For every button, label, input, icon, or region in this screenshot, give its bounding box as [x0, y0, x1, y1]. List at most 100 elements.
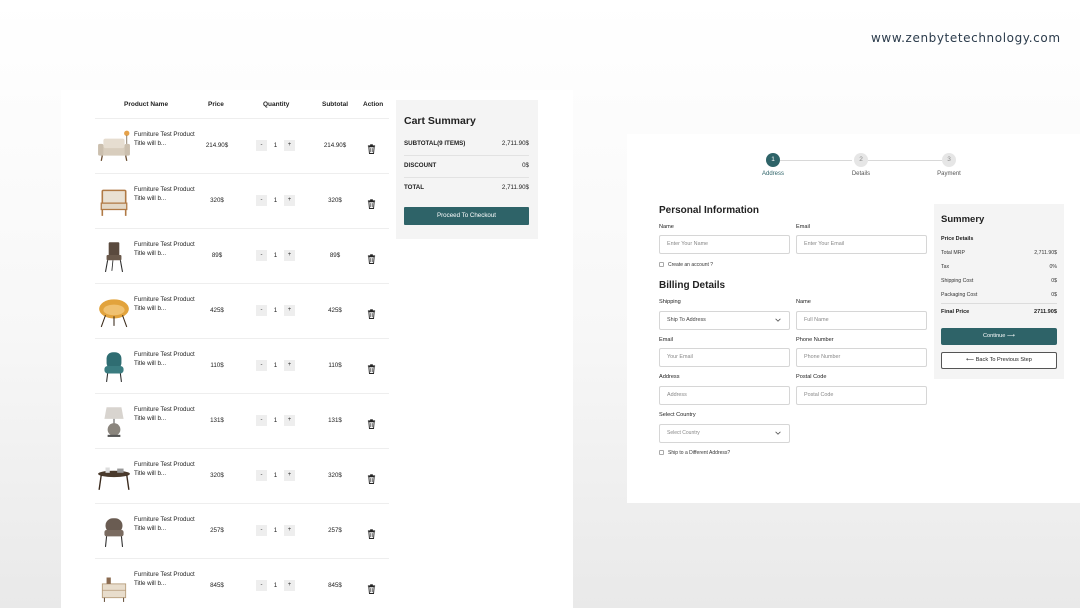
name-label: Name [659, 224, 674, 230]
product-name[interactable]: Furniture Test Product Title will b... [134, 240, 200, 258]
product-subtotal: 89$ [329, 252, 341, 259]
trash-icon[interactable] [367, 416, 376, 429]
trash-icon[interactable] [367, 306, 376, 319]
country-label: Select Country [659, 412, 696, 418]
cart-summary: Cart Summary SUBTOTAL(9 ITEMS) 2,711.90$… [396, 100, 538, 239]
product-subtotal: 131$ [328, 417, 342, 424]
price-details-heading: Price Details [941, 236, 974, 242]
quantity-increase-button[interactable]: + [284, 415, 295, 426]
papasan-chair-icon[interactable] [97, 294, 131, 328]
phone-input[interactable]: Phone Number [796, 348, 927, 367]
header-price: Price [208, 101, 224, 108]
back-to-previous-step-button[interactable]: ⟵ Back To Previous Step [941, 352, 1057, 369]
name-input[interactable]: Enter Your Name [659, 235, 790, 254]
product-name[interactable]: Furniture Test Product Title will b... [134, 460, 200, 478]
country-select[interactable]: Select Country [659, 424, 790, 443]
trash-icon[interactable] [367, 196, 376, 209]
proceed-to-checkout-button[interactable]: Proceed To Checkout [404, 207, 529, 225]
postal-code-input[interactable]: Postal Code [796, 386, 927, 405]
table-lamp-icon[interactable] [97, 404, 131, 438]
nightstand-icon[interactable] [97, 569, 131, 603]
quantity-decrease-button[interactable]: - [256, 360, 267, 371]
step-3-circle[interactable]: 3 [942, 153, 956, 167]
divider [404, 177, 529, 178]
product-price: 131$ [210, 417, 224, 424]
quantity-decrease-button[interactable]: - [256, 195, 267, 206]
quantity-decrease-button[interactable]: - [256, 305, 267, 316]
ship-different-checkbox[interactable] [659, 450, 664, 455]
quantity-increase-button[interactable]: + [284, 140, 295, 151]
product-name[interactable]: Furniture Test Product Title will b... [134, 185, 200, 203]
quantity-increase-button[interactable]: + [284, 360, 295, 371]
product-name[interactable]: Furniture Test Product Title will b... [134, 405, 200, 423]
trash-icon[interactable] [367, 471, 376, 484]
address-input[interactable]: Address [659, 386, 790, 405]
continue-button[interactable]: Continue ⟶ [941, 328, 1057, 345]
quantity-decrease-button[interactable]: - [256, 250, 267, 261]
email-input[interactable]: Enter Your Email [796, 235, 927, 254]
trash-icon[interactable] [367, 251, 376, 264]
step-1-circle[interactable]: 1 [766, 153, 780, 167]
quantity-increase-button[interactable]: + [284, 195, 295, 206]
product-name[interactable]: Furniture Test Product Title will b... [134, 350, 200, 368]
product-subtotal: 110$ [328, 362, 342, 369]
quantity-decrease-button[interactable]: - [256, 580, 267, 591]
product-name[interactable]: Furniture Test Product Title will b... [134, 295, 200, 313]
trash-icon[interactable] [367, 141, 376, 154]
product-name[interactable]: Furniture Test Product Title will b... [134, 515, 200, 533]
coffee-table-icon[interactable] [97, 459, 131, 493]
quantity-value: 1 [273, 142, 278, 149]
quantity-value: 1 [273, 527, 278, 534]
brand-url[interactable]: www.zenbytetechnology.com [871, 31, 1061, 45]
total-line: TOTAL 2,711.90$ [404, 184, 529, 191]
trash-icon[interactable] [367, 526, 376, 539]
product-name[interactable]: Furniture Test Product Title will b... [134, 570, 200, 588]
quantity-increase-button[interactable]: + [284, 580, 295, 591]
tax-label: Tax [941, 264, 950, 270]
ship-different-label: Ship to a Different Address? [668, 450, 731, 456]
shipping-cost-line: Shipping Cost 0$ [941, 278, 1057, 284]
quantity-stepper: -1 + [256, 360, 295, 371]
dining-chair-icon[interactable] [97, 239, 131, 273]
divider [404, 155, 529, 156]
wooden-armchair-icon[interactable] [97, 184, 131, 218]
shipping-select[interactable]: Ship To Address [659, 311, 790, 330]
stepper-connector [868, 160, 942, 161]
quantity-increase-button[interactable]: + [284, 470, 295, 481]
full-name-input[interactable]: Full Name [796, 311, 927, 330]
accent-chair-icon[interactable] [97, 514, 131, 548]
armchair-icon[interactable] [97, 129, 131, 163]
product-name[interactable]: Furniture Test Product Title will b... [134, 130, 200, 148]
quantity-increase-button[interactable]: + [284, 250, 295, 261]
header-subtotal: Subtotal [322, 101, 348, 108]
quantity-increase-button[interactable]: + [284, 305, 295, 316]
quantity-stepper: -1 + [256, 305, 295, 316]
header-quantity: Quantity [263, 101, 290, 108]
trash-icon[interactable] [367, 581, 376, 594]
cart-row: Furniture Test Product Title will b... 11… [95, 339, 389, 394]
cart-row: Furniture Test Product Title will b... 42… [95, 284, 389, 339]
stepper-connector [780, 160, 852, 161]
product-price: 845$ [210, 582, 224, 589]
cart-row: Furniture Test Product Title will b... 84… [95, 559, 389, 608]
quantity-decrease-button[interactable]: - [256, 415, 267, 426]
product-price: 425$ [210, 307, 224, 314]
quantity-decrease-button[interactable]: - [256, 525, 267, 536]
email-label: Email [796, 224, 810, 230]
shipping-label: Shipping [659, 299, 681, 305]
quantity-decrease-button[interactable]: - [256, 140, 267, 151]
final-price-line: Final Price 2711.90$ [941, 309, 1057, 315]
cart-row: Furniture Test Product Title will b... 13… [95, 394, 389, 449]
order-summery: Summery Price Details Total MRP 2,711.90… [934, 204, 1064, 379]
tax-line: Tax 0% [941, 264, 1057, 270]
billing-email-label: Email [659, 337, 673, 343]
step-2-circle[interactable]: 2 [854, 153, 868, 167]
trash-icon[interactable] [367, 361, 376, 374]
create-account-checkbox[interactable] [659, 262, 664, 267]
quantity-value: 1 [273, 307, 278, 314]
quantity-decrease-button[interactable]: - [256, 470, 267, 481]
tufted-chair-icon[interactable] [97, 349, 131, 383]
quantity-increase-button[interactable]: + [284, 525, 295, 536]
total-label: TOTAL [404, 184, 425, 191]
billing-email-input[interactable]: Your Email [659, 348, 790, 367]
